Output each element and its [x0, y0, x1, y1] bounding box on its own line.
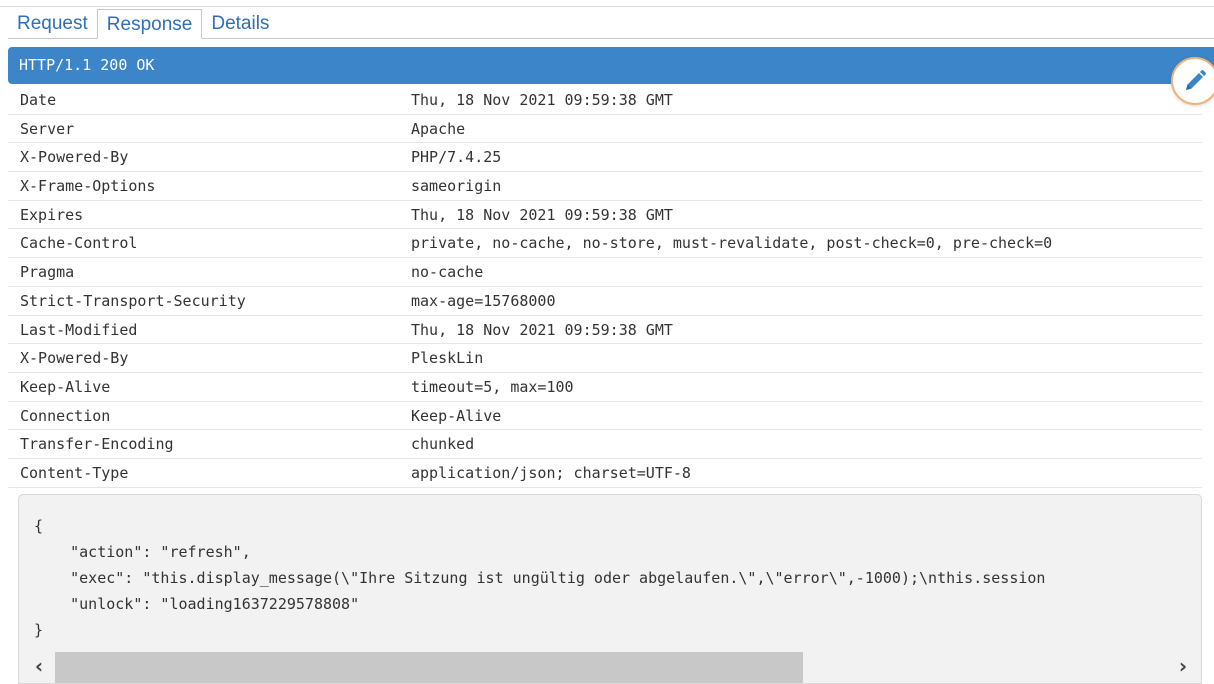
- header-name: Last-Modified: [20, 320, 138, 339]
- scroll-right-icon[interactable]: ›: [1171, 652, 1195, 680]
- header-name: X-Frame-Options: [20, 177, 156, 196]
- top-divider: [0, 6, 1214, 7]
- header-row: Strict-Transport-Security max-age=1576800…: [8, 287, 1202, 316]
- response-body-code[interactable]: { "action": "refresh", "exec": "this.dis…: [34, 513, 1045, 643]
- header-value: no-cache: [411, 263, 484, 282]
- tab-response[interactable]: Response: [96, 9, 203, 39]
- header-name: Connection: [20, 406, 111, 425]
- horizontal-scrollbar[interactable]: ‹ ›: [19, 649, 1201, 683]
- header-value: PHP/7.4.25: [411, 148, 502, 167]
- header-name: Strict-Transport-Security: [20, 291, 246, 310]
- header-name: Expires: [20, 205, 84, 224]
- header-name: Content-Type: [20, 463, 129, 482]
- header-row: Connection Keep-Alive: [8, 402, 1202, 431]
- response-body-panel[interactable]: { "action": "refresh", "exec": "this.dis…: [18, 494, 1202, 684]
- header-name: Cache-Control: [20, 234, 138, 253]
- header-value: PleskLin: [411, 349, 484, 368]
- header-row: Cache-Control private, no-cache, no-store…: [8, 229, 1202, 259]
- header-name: Date: [20, 91, 57, 109]
- header-value: Apache: [411, 119, 466, 138]
- scroll-left-icon[interactable]: ‹: [27, 652, 51, 680]
- header-name: Keep-Alive: [20, 377, 111, 396]
- header-row: Content-Type application/json; charset=UT…: [8, 459, 1202, 488]
- response-headers-table: Date Thu, 18 Nov 2021 09:59:38 GMT Server…: [8, 86, 1202, 488]
- header-value: application/json; charset=UTF-8: [411, 463, 691, 482]
- header-value: Thu, 18 Nov 2021 09:59:38 GMT: [411, 205, 673, 224]
- header-row: X-Powered-By PleskLin: [8, 344, 1202, 373]
- header-row: X-Frame-Options sameorigin: [8, 172, 1202, 201]
- tab-bar: Request Response Details: [8, 9, 278, 39]
- header-row: Keep-Alive timeout=5, max=100: [8, 373, 1202, 402]
- header-value: Keep-Alive: [411, 406, 502, 425]
- header-row: X-Powered-By PHP/7.4.25: [8, 143, 1202, 173]
- scrollbar-thumb[interactable]: [55, 652, 803, 683]
- header-value: sameorigin: [411, 177, 502, 196]
- header-row: Transfer-Encoding chunked: [8, 430, 1202, 459]
- header-value: Thu, 18 Nov 2021 09:59:38 GMT: [411, 91, 673, 109]
- header-name: Transfer-Encoding: [20, 435, 174, 454]
- header-row: Date Thu, 18 Nov 2021 09:59:38 GMT: [8, 86, 1202, 115]
- status-line: HTTP/1.1 200 OK: [8, 47, 1214, 84]
- header-row: Pragma no-cache: [8, 258, 1202, 287]
- tab-details[interactable]: Details: [202, 9, 278, 38]
- header-name: X-Powered-By: [20, 349, 129, 368]
- header-name: X-Powered-By: [20, 148, 129, 167]
- header-value: private, no-cache, no-store, must-revali…: [411, 234, 1053, 253]
- header-row: Expires Thu, 18 Nov 2021 09:59:38 GMT: [8, 201, 1202, 230]
- header-value: Thu, 18 Nov 2021 09:59:38 GMT: [411, 320, 673, 339]
- header-value: timeout=5, max=100: [411, 377, 574, 396]
- tab-request[interactable]: Request: [8, 9, 97, 38]
- header-name: Pragma: [20, 263, 75, 282]
- header-row: Server Apache: [8, 115, 1202, 144]
- header-value: max-age=15768000: [411, 291, 556, 310]
- header-row: Last-Modified Thu, 18 Nov 2021 09:59:38 G…: [8, 316, 1202, 345]
- header-value: chunked: [411, 435, 475, 454]
- header-name: Server: [20, 119, 75, 138]
